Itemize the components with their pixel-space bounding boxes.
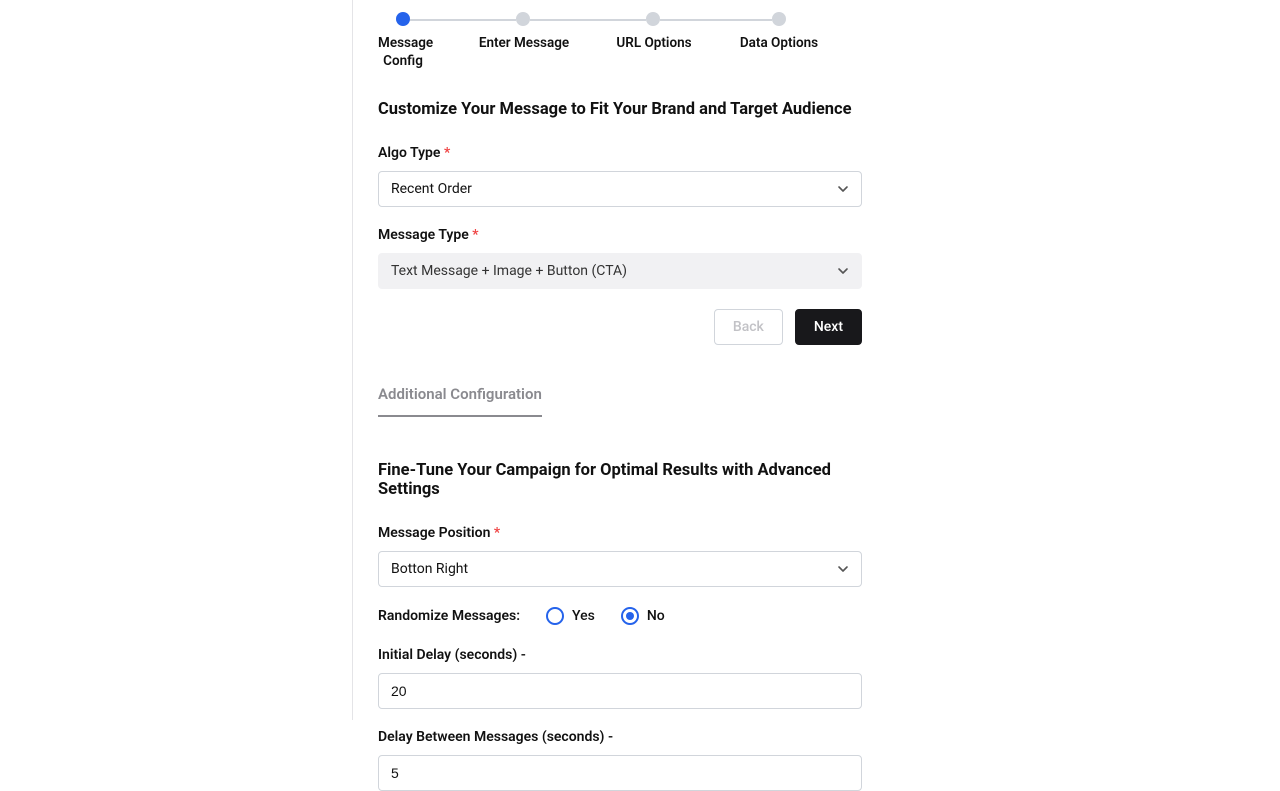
additional-config-tab[interactable]: Additional Configuration xyxy=(378,385,542,417)
chevron-down-icon xyxy=(837,563,849,575)
randomize-no-option[interactable]: No xyxy=(621,607,665,625)
wizard-buttons: Back Next xyxy=(378,309,862,345)
field-between-delay: Delay Between Messages (seconds) - xyxy=(378,729,862,791)
chevron-down-icon xyxy=(837,183,849,195)
field-algo-type: Algo Type * Recent Order xyxy=(378,145,862,207)
field-message-type: Message Type * Text Message + Image + Bu… xyxy=(378,227,862,289)
radio-yes[interactable] xyxy=(546,607,564,625)
field-message-position: Message Position * Botton Right xyxy=(378,525,862,587)
additional-config-tab-wrap: Additional Configuration xyxy=(378,385,862,439)
algo-type-select[interactable]: Recent Order xyxy=(378,171,862,207)
message-type-select[interactable]: Text Message + Image + Button (CTA) xyxy=(378,253,862,289)
field-initial-delay: Initial Delay (seconds) - xyxy=(378,647,862,709)
step-dot-1[interactable] xyxy=(396,12,410,26)
message-position-value: Botton Right xyxy=(391,561,468,577)
step-connector xyxy=(530,19,646,21)
main-content: Message Config Enter Message URL Options… xyxy=(378,12,862,791)
next-button[interactable]: Next xyxy=(795,309,862,345)
left-divider xyxy=(352,0,353,720)
message-position-label: Message Position * xyxy=(378,525,862,541)
step-label-1: Message Config xyxy=(378,34,428,70)
radio-no-label: No xyxy=(647,608,665,624)
step-dot-2[interactable] xyxy=(516,12,530,26)
initial-delay-input[interactable] xyxy=(391,683,849,699)
initial-delay-input-wrap[interactable] xyxy=(378,673,862,709)
step-label-2: Enter Message xyxy=(476,34,572,52)
step-dot-4[interactable] xyxy=(772,12,786,26)
step-connector xyxy=(660,19,772,21)
section-title-customize: Customize Your Message to Fit Your Brand… xyxy=(378,100,862,119)
step-label-3: URL Options xyxy=(614,34,694,52)
randomize-yes-option[interactable]: Yes xyxy=(546,607,595,625)
step-connector xyxy=(410,19,516,21)
radio-no[interactable] xyxy=(621,607,639,625)
radio-yes-label: Yes xyxy=(572,608,595,624)
between-delay-label: Delay Between Messages (seconds) - xyxy=(378,729,862,745)
required-marker: * xyxy=(494,525,500,541)
chevron-down-icon xyxy=(837,265,849,277)
required-marker: * xyxy=(472,227,478,243)
message-type-label: Message Type * xyxy=(378,227,862,243)
algo-type-value: Recent Order xyxy=(391,181,472,197)
between-delay-input-wrap[interactable] xyxy=(378,755,862,791)
between-delay-input[interactable] xyxy=(391,765,849,781)
randomize-messages-row: Randomize Messages: Yes No xyxy=(378,607,862,625)
required-marker: * xyxy=(444,145,450,161)
randomize-label: Randomize Messages: xyxy=(378,608,520,624)
back-button[interactable]: Back xyxy=(714,309,783,345)
step-label-4: Data Options xyxy=(738,34,820,52)
algo-type-label: Algo Type * xyxy=(378,145,862,161)
initial-delay-label: Initial Delay (seconds) - xyxy=(378,647,862,663)
message-type-value: Text Message + Image + Button (CTA) xyxy=(391,263,627,279)
message-position-select[interactable]: Botton Right xyxy=(378,551,862,587)
section-title-finetune: Fine-Tune Your Campaign for Optimal Resu… xyxy=(378,461,862,499)
stepper: Message Config Enter Message URL Options… xyxy=(378,12,812,68)
step-dot-3[interactable] xyxy=(646,12,660,26)
